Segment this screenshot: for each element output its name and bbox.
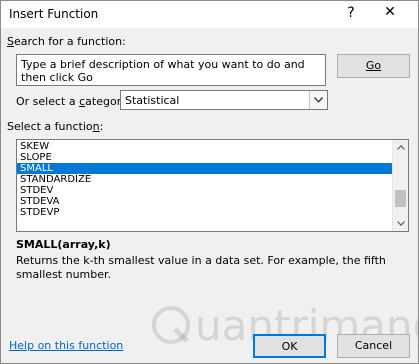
function-list-item[interactable]: SMALL [17, 163, 393, 174]
function-list-item[interactable]: STDEVA [17, 196, 393, 207]
search-input[interactable]: Type a brief description of what you wan… [16, 54, 326, 86]
close-icon[interactable]: ✕ [382, 4, 398, 22]
function-list-label: Select a function: [7, 120, 104, 133]
function-list-item[interactable]: STANDARDIZE [17, 174, 393, 185]
ok-button[interactable]: OK [253, 334, 326, 358]
scrollbar[interactable] [392, 140, 408, 231]
go-button[interactable]: Go [337, 54, 410, 78]
scrollbar-thumb[interactable] [395, 190, 406, 207]
function-list[interactable]: SKEW SLOPE SMALL STANDARDIZE STDEV STDEVA STDE… [16, 139, 409, 232]
category-label: Or select a category: [16, 95, 131, 108]
help-link[interactable]: Help on this function [9, 339, 123, 352]
scroll-up-icon[interactable] [393, 140, 408, 155]
search-label: Search for a function: [7, 35, 126, 48]
scroll-down-icon[interactable] [393, 216, 408, 231]
insert-function-dialog: Insert Function ? ✕ Search for a functio… [0, 0, 419, 364]
function-description: Returns the k-th smallest value in a dat… [16, 254, 386, 281]
dialog-title: Insert Function [9, 7, 99, 21]
function-list-item[interactable]: STDEV [17, 185, 393, 196]
help-icon[interactable]: ? [344, 5, 358, 21]
category-value: Statistical [125, 94, 180, 107]
function-list-item[interactable]: SLOPE [17, 152, 393, 163]
function-list-item[interactable]: STDEVP [17, 207, 393, 218]
function-list-item[interactable]: SKEW [17, 141, 393, 152]
watermark-logo-icon [152, 306, 190, 344]
title-bar: Insert Function ? ✕ [1, 1, 418, 28]
function-signature: SMALL(array,k) [16, 238, 111, 251]
cancel-button[interactable]: Cancel [337, 334, 410, 358]
function-list-items: SKEW SLOPE SMALL STANDARDIZE STDEV STDEVA STDE… [17, 141, 393, 218]
category-select[interactable]: Statistical [120, 90, 328, 110]
chevron-down-icon[interactable] [309, 91, 327, 109]
